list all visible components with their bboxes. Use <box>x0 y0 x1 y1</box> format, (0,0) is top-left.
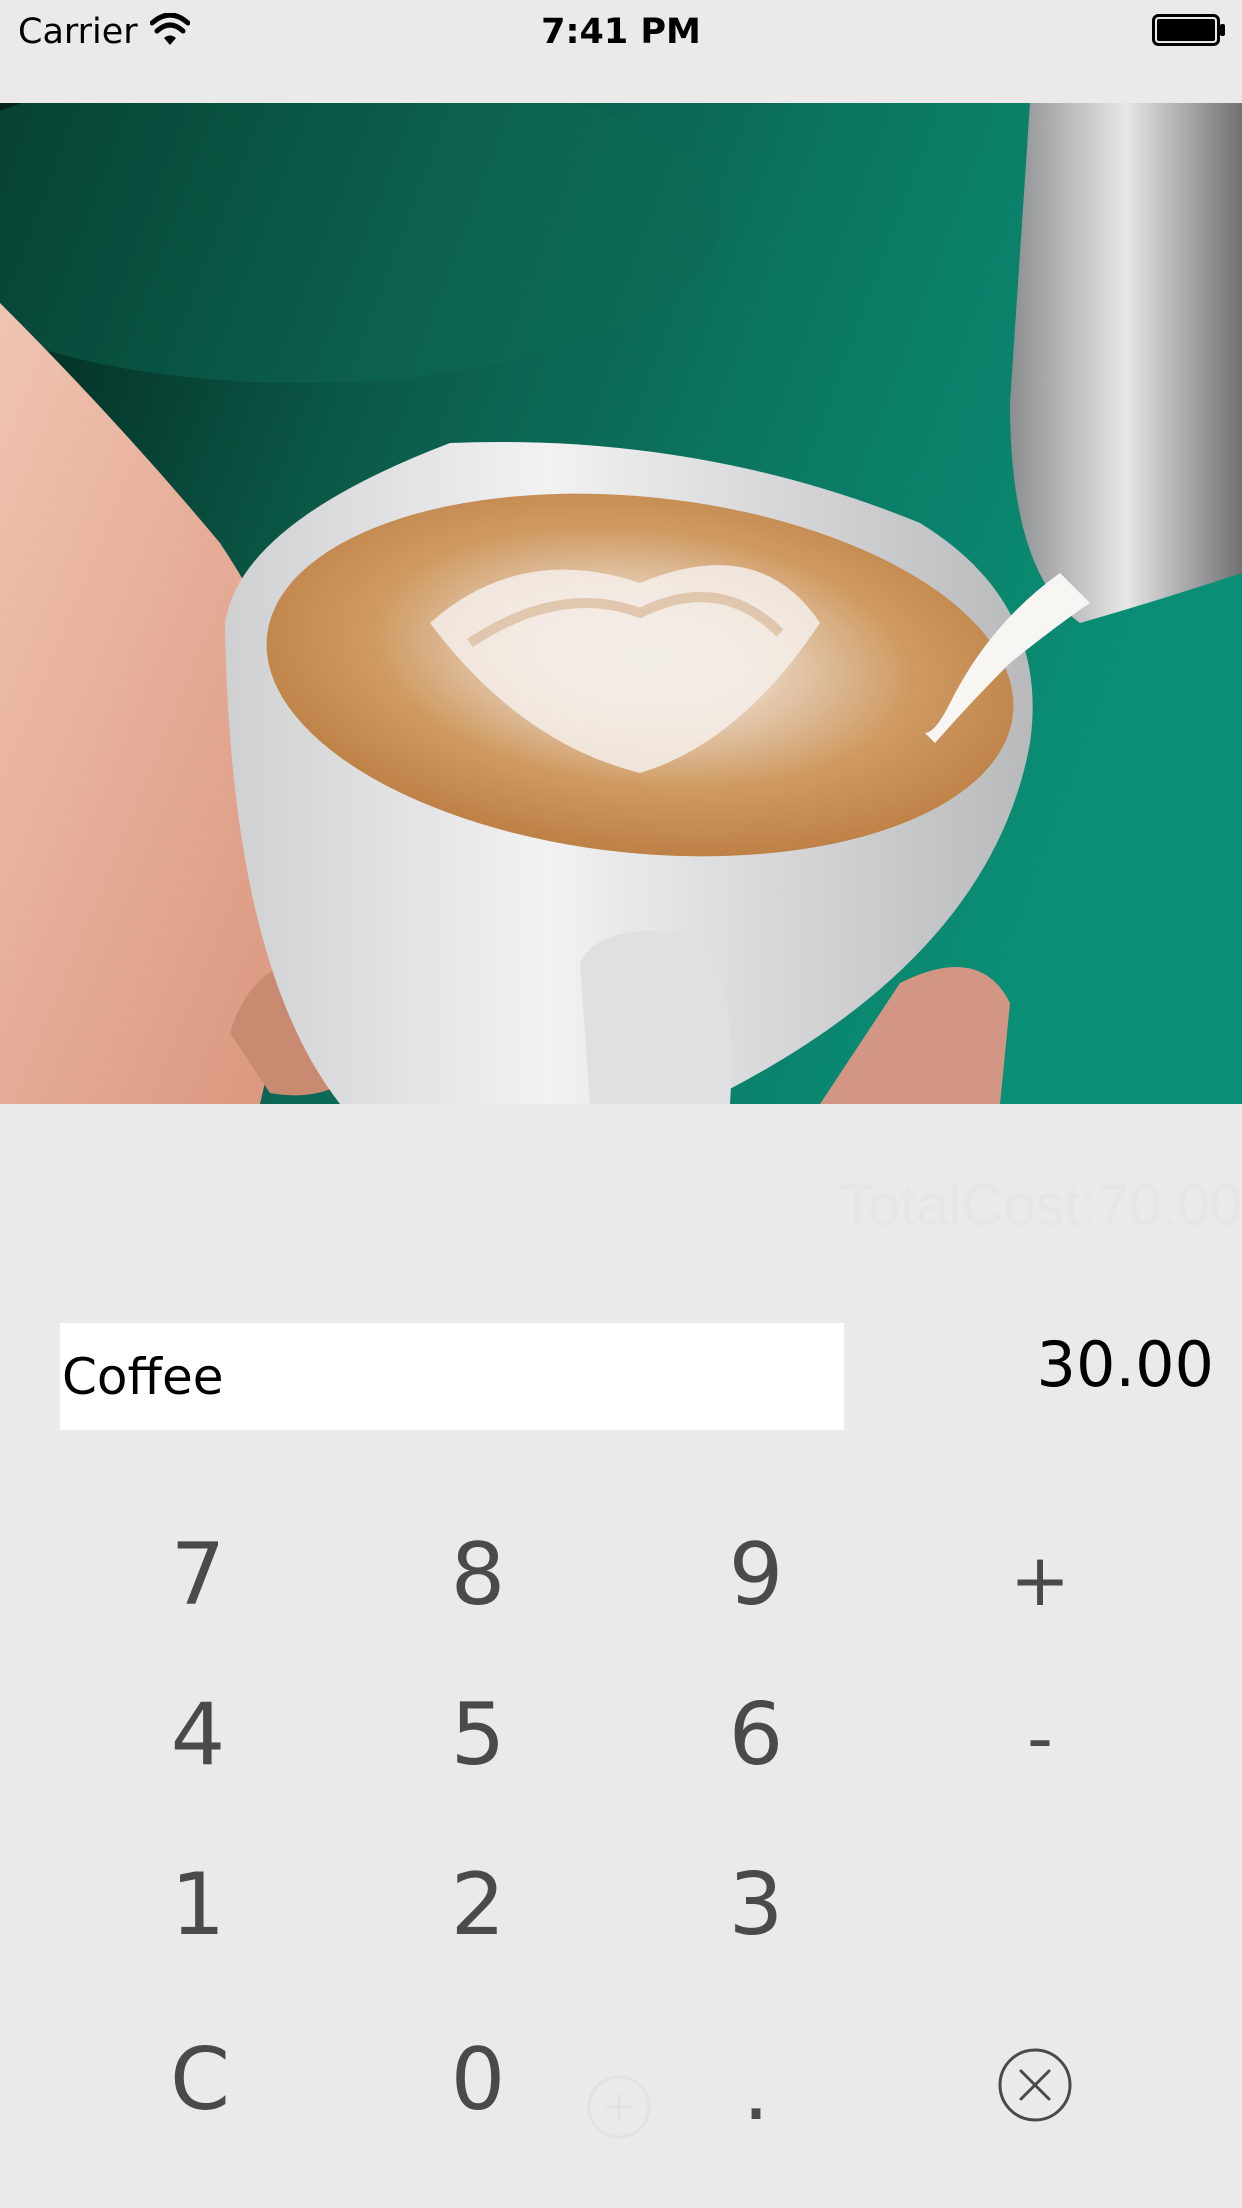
key-plus[interactable]: + <box>940 1520 1140 1640</box>
key-6[interactable]: 6 <box>656 1675 856 1795</box>
key-minus[interactable]: - <box>940 1678 1140 1798</box>
status-bar: Carrier 7:41 PM <box>0 0 1242 103</box>
item-name-input[interactable]: Coffee <box>60 1323 844 1430</box>
calculator-screen: Carrier 7:41 PM TotalCost:70.00 Coffee 3… <box>0 0 1242 2208</box>
status-time: 7:41 PM <box>541 12 701 52</box>
key-2[interactable]: 2 <box>378 1845 578 1965</box>
total-cost-label: TotalCost:70.00 <box>838 1173 1242 1238</box>
key-3[interactable]: 3 <box>656 1845 856 1965</box>
key-9[interactable]: 9 <box>656 1515 856 1635</box>
battery-icon <box>1152 14 1225 46</box>
faint-plus-icon <box>587 2075 651 2139</box>
key-7[interactable]: 7 <box>98 1515 298 1635</box>
key-1[interactable]: 1 <box>98 1845 298 1965</box>
key-decimal[interactable]: . <box>656 2030 856 2150</box>
amount-display: 30.00 <box>1036 1328 1215 1401</box>
key-4[interactable]: 4 <box>98 1675 298 1795</box>
key-8[interactable]: 8 <box>378 1515 578 1635</box>
coffee-photo <box>0 103 1242 1104</box>
item-name-value: Coffee <box>62 1347 224 1406</box>
circle-x-icon[interactable] <box>997 2047 1073 2123</box>
key-0[interactable]: 0 <box>378 2020 578 2140</box>
key-clear[interactable]: C <box>100 2020 300 2140</box>
key-5[interactable]: 5 <box>378 1675 578 1795</box>
